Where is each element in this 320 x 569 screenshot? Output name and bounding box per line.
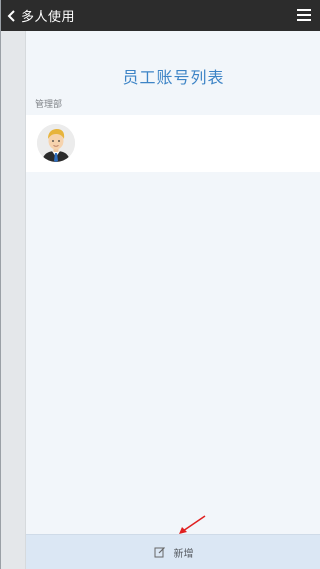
page-title: 员工账号列表 <box>122 68 225 87</box>
chevron-left-icon <box>7 9 15 22</box>
add-button-label: 新增 <box>173 548 194 560</box>
male-employee-avatar[interactable] <box>37 124 75 162</box>
edit-icon <box>154 547 165 558</box>
top-navigation-bar: 多人使用 <box>1 0 320 31</box>
side-rail <box>1 31 26 569</box>
red-arrow-icon <box>179 515 206 534</box>
employee-row[interactable] <box>26 115 320 172</box>
back-button[interactable]: 多人使用 <box>1 0 75 31</box>
hamburger-menu-icon[interactable] <box>297 8 311 22</box>
add-employee-button[interactable]: 新增 <box>26 534 320 569</box>
department-label: 管理部 <box>35 100 63 110</box>
page-header-title: 多人使用 <box>21 10 76 25</box>
employee-list-panel: 员工账号列表 管理部 <box>26 31 320 569</box>
app-frame: 多人使用 员工账号列表 管理部 新增 <box>0 0 320 569</box>
